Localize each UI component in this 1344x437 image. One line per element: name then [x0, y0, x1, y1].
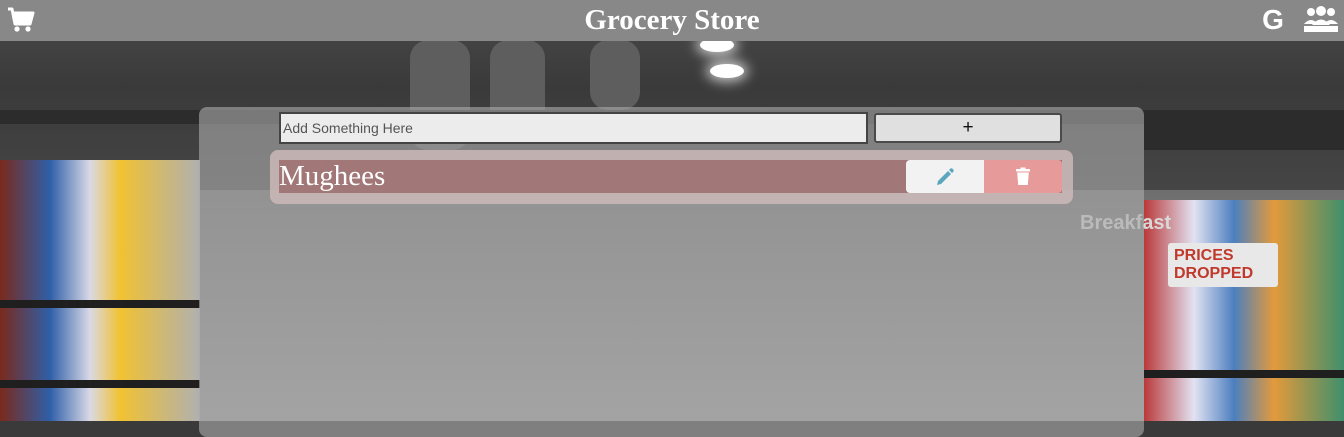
delete-button[interactable]: [984, 160, 1062, 193]
add-item-input[interactable]: [279, 112, 868, 144]
ceiling-beam: [1144, 110, 1344, 150]
add-button[interactable]: +: [874, 113, 1062, 143]
cart-icon: [8, 7, 35, 32]
shelf-right: [1144, 200, 1344, 421]
item-name: Mughees: [279, 160, 386, 192]
edit-button[interactable]: [906, 160, 984, 193]
list-item: Mughees: [270, 150, 1073, 204]
trash-icon: [1016, 167, 1030, 185]
list-item-row: Mughees: [279, 160, 1062, 193]
prices-dropped-sign: PRICES DROPPED: [1168, 243, 1278, 287]
shelf-edge: [0, 300, 200, 308]
ceiling-light: [710, 64, 744, 78]
pencil-icon: [937, 167, 954, 185]
header-bar: Grocery Store G: [0, 0, 1344, 41]
users-button[interactable]: [1303, 6, 1339, 34]
cart-button[interactable]: [7, 7, 35, 33]
main-panel: + Mughees: [199, 107, 1144, 437]
ceiling-duct: [590, 40, 640, 110]
google-button[interactable]: G: [1259, 4, 1287, 36]
page-title: Grocery Store: [584, 4, 760, 36]
users-icon: [1304, 6, 1338, 32]
shelf-edge: [1144, 370, 1344, 378]
shelf-edge: [0, 380, 200, 388]
